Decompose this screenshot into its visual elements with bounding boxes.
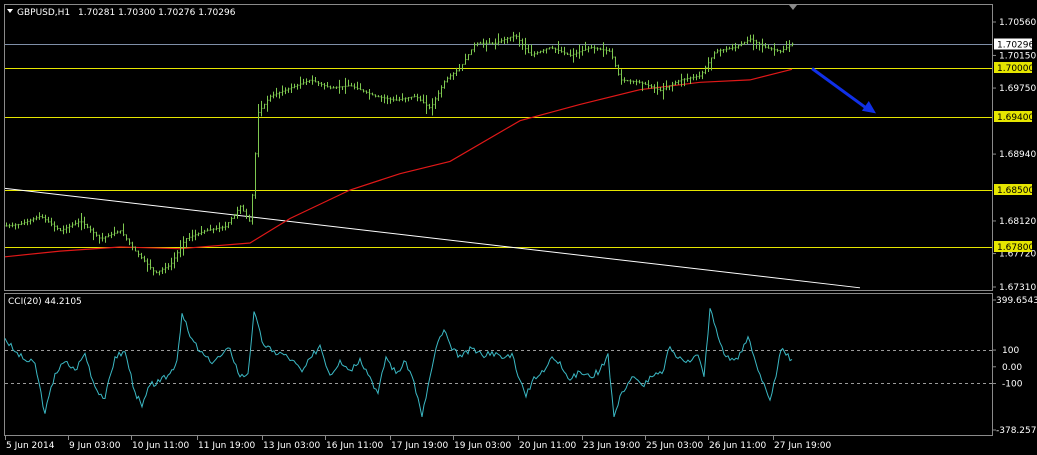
time-tick-label: 25 Jun 03:00: [646, 441, 703, 451]
time-tick-label: 5 Jun 2014: [6, 441, 55, 451]
cci-tick-label: 399.6543: [996, 296, 1037, 306]
time-tick-label: 13 Jun 03:00: [263, 441, 320, 451]
time-tick-label: 20 Jun 11:00: [519, 441, 576, 451]
current-price-label: 1.70296: [997, 41, 1034, 51]
cci-tick-label: -100: [1002, 379, 1023, 389]
price-tick-label: 1.70150: [999, 51, 1036, 61]
time-tick-label: 19 Jun 03:00: [454, 441, 511, 451]
price-tick-label: 1.68120: [999, 217, 1036, 227]
level-price-label: 1.67800: [997, 243, 1034, 253]
time-tick-label: 17 Jun 19:00: [391, 441, 448, 451]
time-tick-label: 23 Jun 19:00: [583, 441, 640, 451]
ohlc-values: 1.70281 1.70300 1.70276 1.70296: [78, 8, 236, 18]
cci-tick-label: 100: [1002, 346, 1019, 356]
time-tick-label: 11 Jun 19:00: [198, 441, 255, 451]
price-axis: 1.705601.701501.697501.689401.681201.677…: [992, 18, 1036, 293]
time-tick-label: 10 Jun 11:00: [132, 441, 189, 451]
time-tick-label: 16 Jun 11:00: [326, 441, 383, 451]
time-tick-label: 9 Jun 03:00: [69, 441, 121, 451]
time-tick-label: 26 Jun 11:00: [709, 441, 766, 451]
level-price-label: 1.68500: [997, 186, 1034, 196]
price-tick-label: 1.69750: [999, 84, 1036, 94]
price-tick-label: 1.70560: [999, 18, 1036, 28]
price-tick-label: 1.67310: [999, 283, 1036, 293]
price-tick-label: 1.68940: [999, 150, 1036, 160]
symbol-label: GBPUSD,H1: [17, 8, 70, 18]
cci-tick-label: -378.2576: [996, 426, 1037, 436]
level-price-label: 1.70000: [997, 64, 1034, 74]
cci-label: CCI(20) 44.2105: [8, 297, 82, 307]
level-price-label: 1.69400: [997, 113, 1034, 123]
cci-tick-label: 0.00: [1002, 363, 1022, 373]
chart-canvas[interactable]: GBPUSD,H1 1.70281 1.70300 1.70276 1.7029…: [0, 0, 1037, 455]
time-tick-label: 27 Jun 19:00: [774, 441, 831, 451]
